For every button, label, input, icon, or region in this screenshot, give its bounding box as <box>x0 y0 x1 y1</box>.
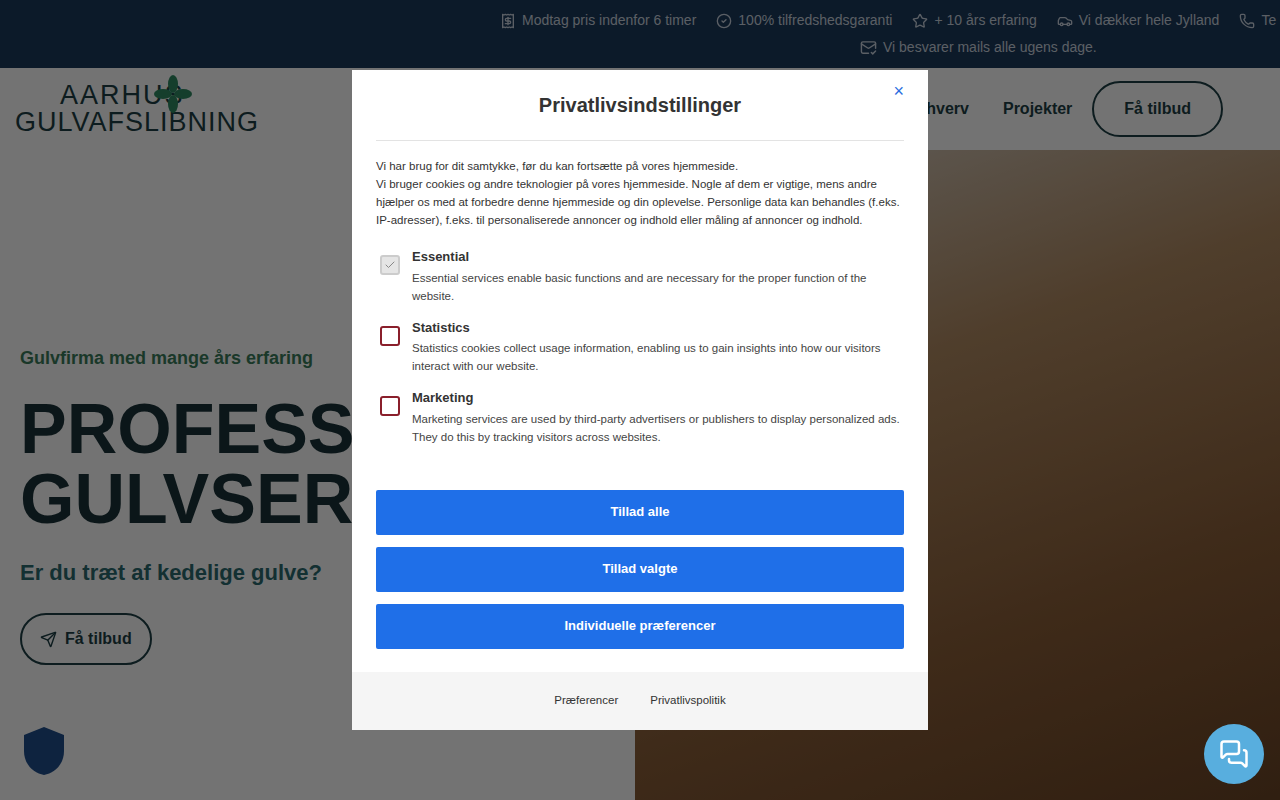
privacy-modal: Privatlivsindstillinger × Vi har brug for … <box>352 70 928 730</box>
consent-option[interactable]: MarketingMarketing services are used by … <box>376 388 904 446</box>
modal-intro: Vi har brug for dit samtykke, før du kan… <box>376 157 904 229</box>
footer-link[interactable]: Privatlivspolitik <box>650 692 725 709</box>
checkbox[interactable] <box>380 326 400 346</box>
option-label: Statistics <box>412 318 904 338</box>
consent-button[interactable]: Tillad alle <box>376 490 904 535</box>
check-icon <box>384 259 396 271</box>
consent-button[interactable]: Tillad valgte <box>376 547 904 592</box>
consent-button[interactable]: Individuelle præferencer <box>376 604 904 649</box>
option-description: Essential services enable basic function… <box>412 269 904 305</box>
chat-icon <box>1219 739 1249 769</box>
option-label: Essential <box>412 247 904 267</box>
option-label: Marketing <box>412 388 904 408</box>
chat-button[interactable] <box>1204 724 1264 784</box>
modal-footer: Præferencer Privatlivspolitik <box>352 672 928 730</box>
checkbox <box>380 255 400 275</box>
page: Modtag pris indenfor 6 timer100% tilfred… <box>0 0 1280 800</box>
consent-option[interactable]: StatisticsStatistics cookies collect usa… <box>376 318 904 376</box>
option-description: Statistics cookies collect usage informa… <box>412 339 904 375</box>
modal-title: Privatlivsindstillinger <box>539 90 741 120</box>
checkbox[interactable] <box>380 396 400 416</box>
footer-link[interactable]: Præferencer <box>554 692 618 709</box>
consent-option[interactable]: EssentialEssential services enable basic… <box>376 247 904 305</box>
option-description: Marketing services are used by third-par… <box>412 410 904 446</box>
close-button[interactable]: × <box>893 82 904 100</box>
